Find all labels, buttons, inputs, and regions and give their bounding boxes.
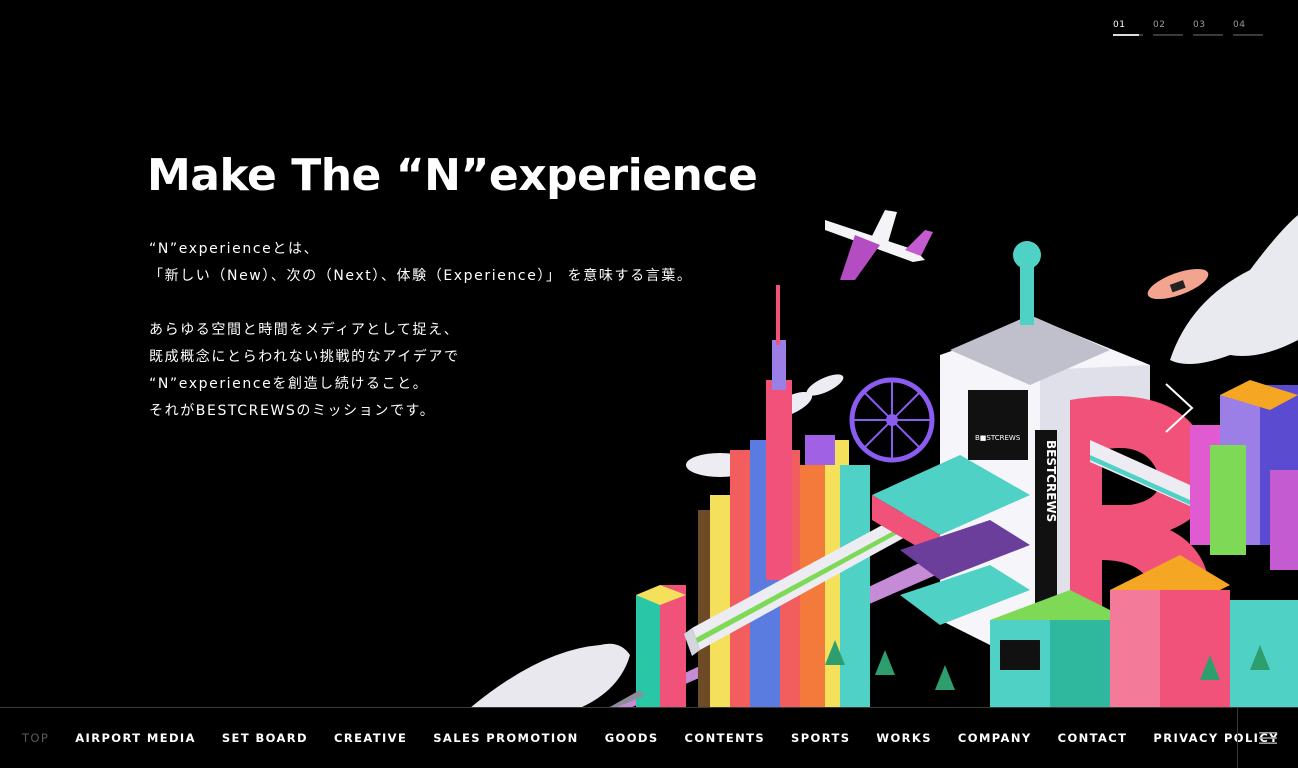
city-illustration: B■STCREWS BESTCREWS bbox=[430, 200, 1298, 708]
chevron-right-icon bbox=[1165, 383, 1194, 433]
nav-link-creative[interactable]: CREATIVE bbox=[334, 731, 407, 745]
nav-link-sports[interactable]: SPORTS bbox=[791, 731, 850, 745]
nav-link-contents[interactable]: CONTENTS bbox=[685, 731, 766, 745]
screen-text: B■STCREWS bbox=[975, 434, 1021, 442]
nav-link-works[interactable]: WORKS bbox=[876, 731, 932, 745]
pager-number: 03 bbox=[1193, 20, 1206, 30]
pager-number: 01 bbox=[1113, 20, 1126, 30]
pager-number: 04 bbox=[1233, 20, 1246, 30]
pager-progress-bar bbox=[1233, 34, 1263, 36]
nav-link-contact[interactable]: CONTACT bbox=[1058, 731, 1128, 745]
pager-progress-bar bbox=[1113, 34, 1143, 36]
nav-link-company[interactable]: COMPANY bbox=[958, 731, 1032, 745]
global-footer-nav: TOP AIRPORT MEDIA SET BOARD CREATIVE SALES P… bbox=[0, 707, 1298, 768]
nav-link-goods[interactable]: GOODS bbox=[605, 731, 659, 745]
menu-button[interactable] bbox=[1237, 708, 1298, 768]
main-nav: TOP AIRPORT MEDIA SET BOARD CREATIVE SALES P… bbox=[0, 708, 1298, 768]
nav-link-set-board[interactable]: SET BOARD bbox=[222, 731, 308, 745]
building-sign: BESTCREWS bbox=[1044, 440, 1058, 522]
pager-item-02[interactable]: 02 bbox=[1153, 20, 1183, 36]
nav-link-airport-media[interactable]: AIRPORT MEDIA bbox=[75, 731, 196, 745]
hero-title: Make The “N”experience bbox=[147, 150, 758, 201]
pager-progress-bar bbox=[1193, 34, 1223, 36]
slide-pager: 01 02 03 04 bbox=[1113, 20, 1263, 36]
hamburger-icon bbox=[1259, 732, 1277, 744]
blimp-icon bbox=[1147, 268, 1209, 300]
ferris-wheel-icon bbox=[849, 377, 935, 463]
pager-item-01[interactable]: 01 bbox=[1113, 20, 1143, 36]
nav-link-sales-promotion[interactable]: SALES PROMOTION bbox=[433, 731, 578, 745]
nav-link-top[interactable]: TOP bbox=[22, 731, 49, 745]
pager-item-03[interactable]: 03 bbox=[1193, 20, 1223, 36]
next-slide-button[interactable] bbox=[1162, 380, 1196, 436]
pager-item-04[interactable]: 04 bbox=[1233, 20, 1263, 36]
pager-progress-bar bbox=[1153, 34, 1183, 36]
airplane-icon bbox=[825, 210, 933, 280]
pager-number: 02 bbox=[1153, 20, 1166, 30]
